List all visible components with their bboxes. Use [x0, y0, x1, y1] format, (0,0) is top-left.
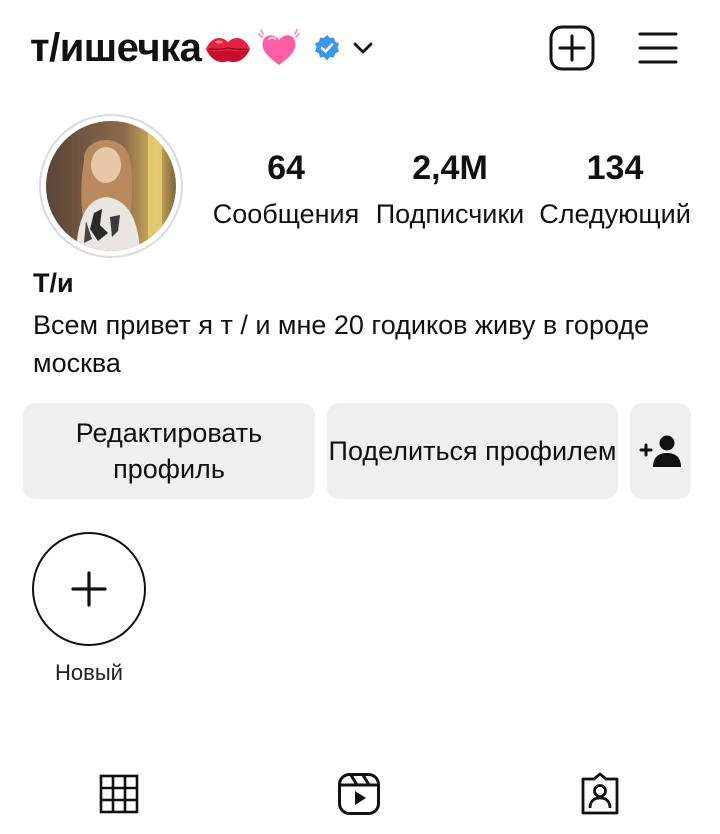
discover-people-button[interactable]	[630, 403, 691, 499]
following-count[interactable]: 134 Следующий	[532, 146, 698, 232]
following-value: 134	[586, 149, 644, 187]
posts-label: Сообщения	[212, 199, 360, 229]
reels-icon	[338, 773, 380, 815]
tab-reels[interactable]	[335, 770, 383, 818]
following-label: Следующий	[539, 199, 691, 229]
plus-icon	[71, 571, 107, 607]
bio-text: Всем привет я т / и мне 20 годиков живу …	[33, 310, 650, 378]
display-name: Т/и	[33, 268, 74, 298]
posts-value: 64	[267, 149, 305, 187]
tagged-person-icon	[581, 772, 619, 815]
username: т/ишечка	[30, 25, 202, 70]
posts-count[interactable]: 64 Сообщения	[206, 146, 366, 232]
profile-header: т/ишечка	[0, 0, 720, 96]
profile-avatar[interactable]	[39, 114, 183, 258]
plus-square-icon	[549, 25, 595, 71]
create-button[interactable]	[548, 24, 596, 72]
add-person-icon	[639, 435, 681, 467]
tab-posts-grid[interactable]	[95, 770, 143, 818]
share-profile-button[interactable]: Поделиться профилем	[327, 403, 618, 499]
followers-label: Подписчики	[375, 199, 525, 229]
followers-count[interactable]: 2,4M Подписчики	[368, 146, 532, 232]
grid-icon	[99, 774, 139, 814]
followers-value: 2,4M	[412, 149, 488, 187]
menu-button[interactable]	[634, 24, 682, 72]
kiss-lips-emoji	[206, 37, 251, 63]
tab-tagged[interactable]	[576, 770, 624, 818]
new-highlight-label: Новый	[55, 660, 123, 685]
avatar-photo	[46, 121, 176, 251]
edit-profile-button[interactable]: Редактировать профиль	[23, 403, 315, 499]
chevron-down-icon	[353, 42, 373, 54]
pink-heart-emoji	[258, 29, 301, 65]
username-switcher[interactable]: т/ишечка	[30, 22, 373, 74]
new-highlight-button[interactable]	[32, 532, 146, 646]
hamburger-menu-icon	[638, 32, 678, 64]
verified-badge-icon	[315, 35, 340, 61]
